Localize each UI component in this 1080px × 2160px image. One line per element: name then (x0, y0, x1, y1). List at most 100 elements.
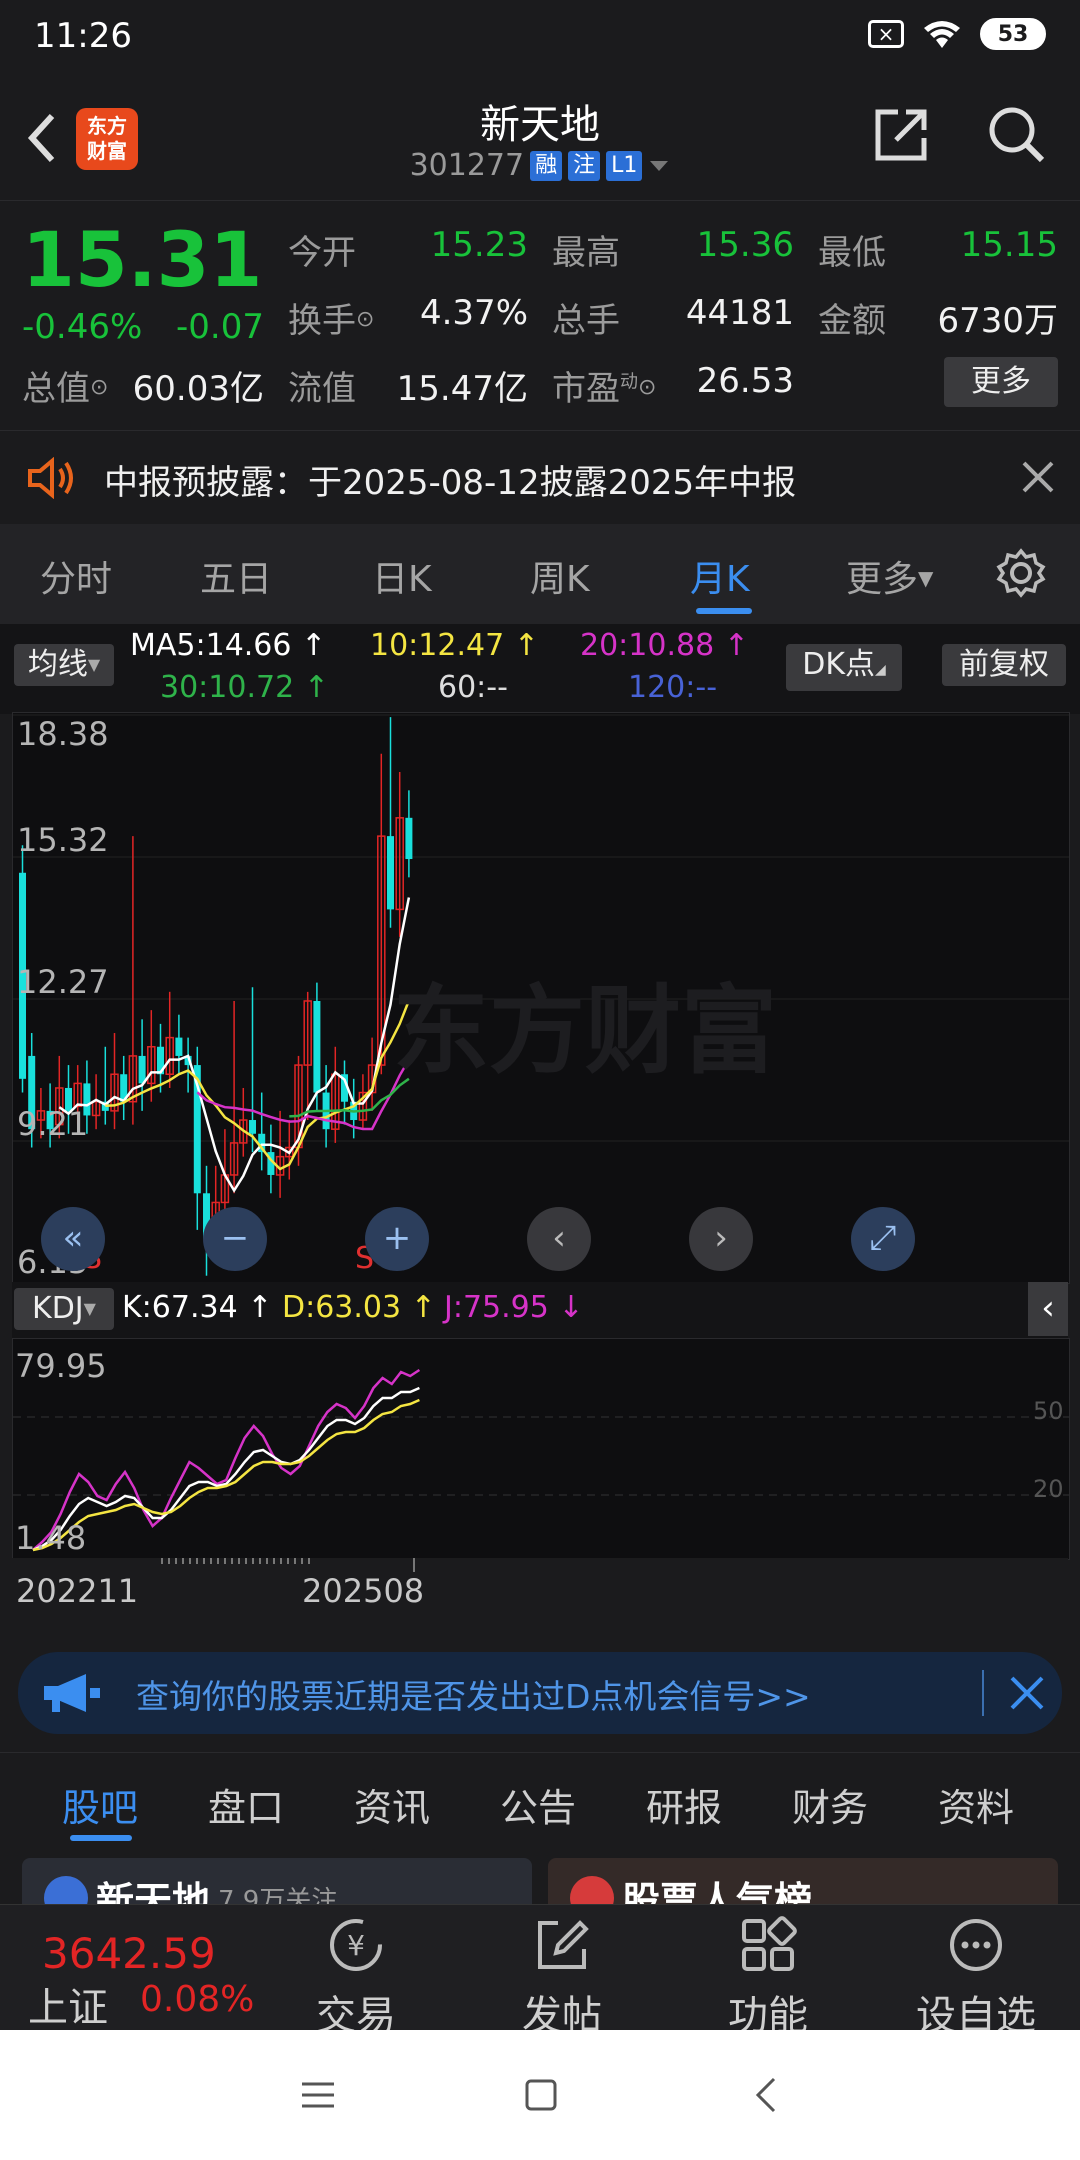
dk-point-label: DK点 (802, 647, 875, 682)
watermark: 东方财富 (393, 975, 777, 1087)
zoom-out-button[interactable]: − (203, 1207, 267, 1271)
section-tabs: 股吧 盘口 资讯 公告 研报 财务 资料 (0, 1752, 1080, 1849)
kdj-j-line (32, 1368, 421, 1551)
forum-card-title: 新天地 (96, 1879, 211, 1904)
bottom-nav: 3642.59 上证 0.08% ¥ 交易 发帖 功能 设自选 (0, 1904, 1080, 2039)
tab-daily-k[interactable]: 日K (372, 550, 432, 602)
more-quote-button[interactable]: 更多 (944, 357, 1058, 407)
promo-banner[interactable]: 查询你的股票近期是否发出过D点机会信号>> (18, 1652, 1062, 1734)
indicator-select[interactable]: 均线▼ (14, 644, 114, 686)
stock-header: 东方 财富 新天地 301277 融 注 L1 (0, 76, 1080, 200)
date-ticks (161, 1558, 415, 1572)
close-icon[interactable] (1018, 457, 1058, 497)
trade-icon: ¥ (330, 1919, 382, 1971)
nav-post[interactable]: 发帖 (492, 1915, 632, 2041)
candle-body (249, 1120, 256, 1134)
tab-more[interactable]: 更多▼ (846, 550, 933, 602)
y-label-2: 15.32 (17, 821, 109, 859)
tab-research[interactable]: 研报 (646, 1777, 722, 1832)
tab-news[interactable]: 资讯 (354, 1777, 430, 1832)
wifi-icon (924, 21, 960, 48)
ma10-value: 10:12.47 ↑ (370, 628, 539, 663)
tab-profile[interactable]: 资料 (938, 1777, 1014, 1832)
pe-dynamic-sup: 动 (620, 371, 638, 393)
float-cap-value: 15.47亿 (396, 369, 528, 409)
back-icon[interactable] (754, 2076, 778, 2114)
tab-orderbook[interactable]: 盘口 (208, 1777, 284, 1832)
dk-point-button[interactable]: DK点◢ (786, 644, 902, 691)
adjust-button[interactable]: 前复权 (942, 644, 1066, 686)
active-section-indicator (70, 1835, 132, 1841)
kdj-d-line (32, 1398, 420, 1552)
date-start: 202211 (16, 1572, 139, 1610)
kdj-y-top: 79.95 (15, 1347, 107, 1385)
open-value: 15.23 (430, 225, 528, 265)
home-icon[interactable] (524, 2078, 558, 2112)
kdj-y-bottom: 1.48 (15, 1519, 87, 1557)
search-icon[interactable] (986, 104, 1046, 164)
promo-divider (982, 1670, 984, 1716)
nav-add-watchlist[interactable]: 设自选 (906, 1915, 1046, 2041)
indicator-select-label: 均线 (27, 647, 88, 682)
date-axis: 202211 202508 (12, 1558, 1068, 1632)
forum-card-sub: 7.9万关注 (218, 1886, 338, 1904)
ma5-value: MA5:14.66 ↑ (130, 628, 327, 663)
status-time: 11:26 (34, 16, 132, 56)
promo-text: 查询你的股票近期是否发出过D点机会信号>> (136, 1677, 811, 1716)
market-cap-label[interactable]: 总值⊙ (22, 361, 108, 410)
index-value: 3642.59 (42, 1929, 216, 1978)
kdj-d-value: D:63.03 ↑ (282, 1290, 436, 1325)
zoom-out-fast-button[interactable]: « (41, 1207, 105, 1271)
share-icon[interactable] (872, 104, 932, 164)
turnover-label[interactable]: 换手⊙ (288, 293, 374, 342)
dropdown-triangle-icon: ▼ (87, 655, 101, 674)
notice-text: 中报预披露：于2025-08-12披露2025年中报 (104, 463, 797, 503)
stock-forum-card[interactable]: 新天地 7.9万关注 (22, 1858, 532, 1904)
ma60-value: 60:-- (438, 670, 508, 705)
tab-announcements[interactable]: 公告 (500, 1777, 576, 1832)
notice-bar[interactable]: 中报预披露：于2025-08-12披露2025年中报 (0, 430, 1080, 526)
close-icon[interactable] (1008, 1674, 1046, 1712)
corner-triangle-icon: ◢ (875, 662, 886, 678)
grid-icon (742, 1916, 797, 1971)
tab-five-day[interactable]: 五日 (200, 550, 272, 602)
tab-forum[interactable]: 股吧 (62, 1777, 138, 1832)
ma120-value: 120:-- (628, 670, 718, 705)
nav-functions[interactable]: 功能 (698, 1915, 838, 2041)
kdj-chart[interactable]: 79.95 1.48 50 20 (12, 1338, 1070, 1560)
change-percent: -0.46% (22, 307, 143, 347)
market-cap-value: 60.03亿 (132, 369, 264, 409)
kline-chart[interactable]: 东方财富 18.38 15.32 12.27 9.21 6.15 S S S «… (12, 712, 1070, 1284)
zoom-in-button[interactable]: + (365, 1207, 429, 1271)
ma20-value: 20:10.88 ↑ (580, 628, 749, 663)
kdj-legend-bar: KDJ▼ K:67.34 ↑ D:63.03 ↑ J:75.95 ↓ ‹ (12, 1282, 1068, 1338)
tab-finance[interactable]: 财务 (792, 1777, 868, 1832)
kdj-j-value: J:75.95 ↓ (444, 1290, 584, 1325)
quote-panel: 15.31 -0.46% -0.07 今开 15.23 最高 15.36 最低 … (0, 200, 1080, 431)
no-sim-icon: × (868, 20, 904, 48)
tag-margin: 融 (530, 150, 563, 181)
pe-label-text: 市盈 (552, 369, 620, 409)
nav-trade[interactable]: ¥ 交易 (286, 1915, 426, 2041)
cards-row: 新天地 7.9万关注 股票人气榜 (0, 1848, 1080, 1904)
index-ticker[interactable]: 3642.59 上证 0.08% (0, 1905, 260, 2031)
pan-left-button[interactable]: ‹ (527, 1207, 591, 1271)
high-value: 15.36 (696, 225, 794, 265)
tab-intraday[interactable]: 分时 (40, 550, 112, 602)
ma30-value: 30:10.72 ↑ (160, 670, 329, 705)
status-icons: × 53 (868, 18, 1046, 50)
index-name: 上证 (28, 1985, 108, 2031)
tab-monthly-k[interactable]: 月K (690, 550, 750, 602)
fullscreen-button[interactable]: ⤢ (851, 1207, 915, 1271)
popularity-card[interactable]: 股票人气榜 (548, 1858, 1058, 1904)
collapse-panel-icon[interactable]: ‹ (1028, 1282, 1068, 1336)
tab-weekly-k[interactable]: 周K (530, 550, 590, 602)
info-icon: ⊙ (356, 307, 375, 332)
menu-icon[interactable] (300, 2080, 336, 2110)
pan-right-button[interactable]: › (689, 1207, 753, 1271)
pe-label[interactable]: 市盈动⊙ (552, 361, 656, 410)
kdj-k-value: K:67.34 ↑ (122, 1290, 273, 1325)
y-label-3: 12.27 (17, 963, 109, 1001)
kdj-select[interactable]: KDJ▼ (14, 1288, 114, 1330)
gear-icon[interactable] (996, 548, 1046, 598)
